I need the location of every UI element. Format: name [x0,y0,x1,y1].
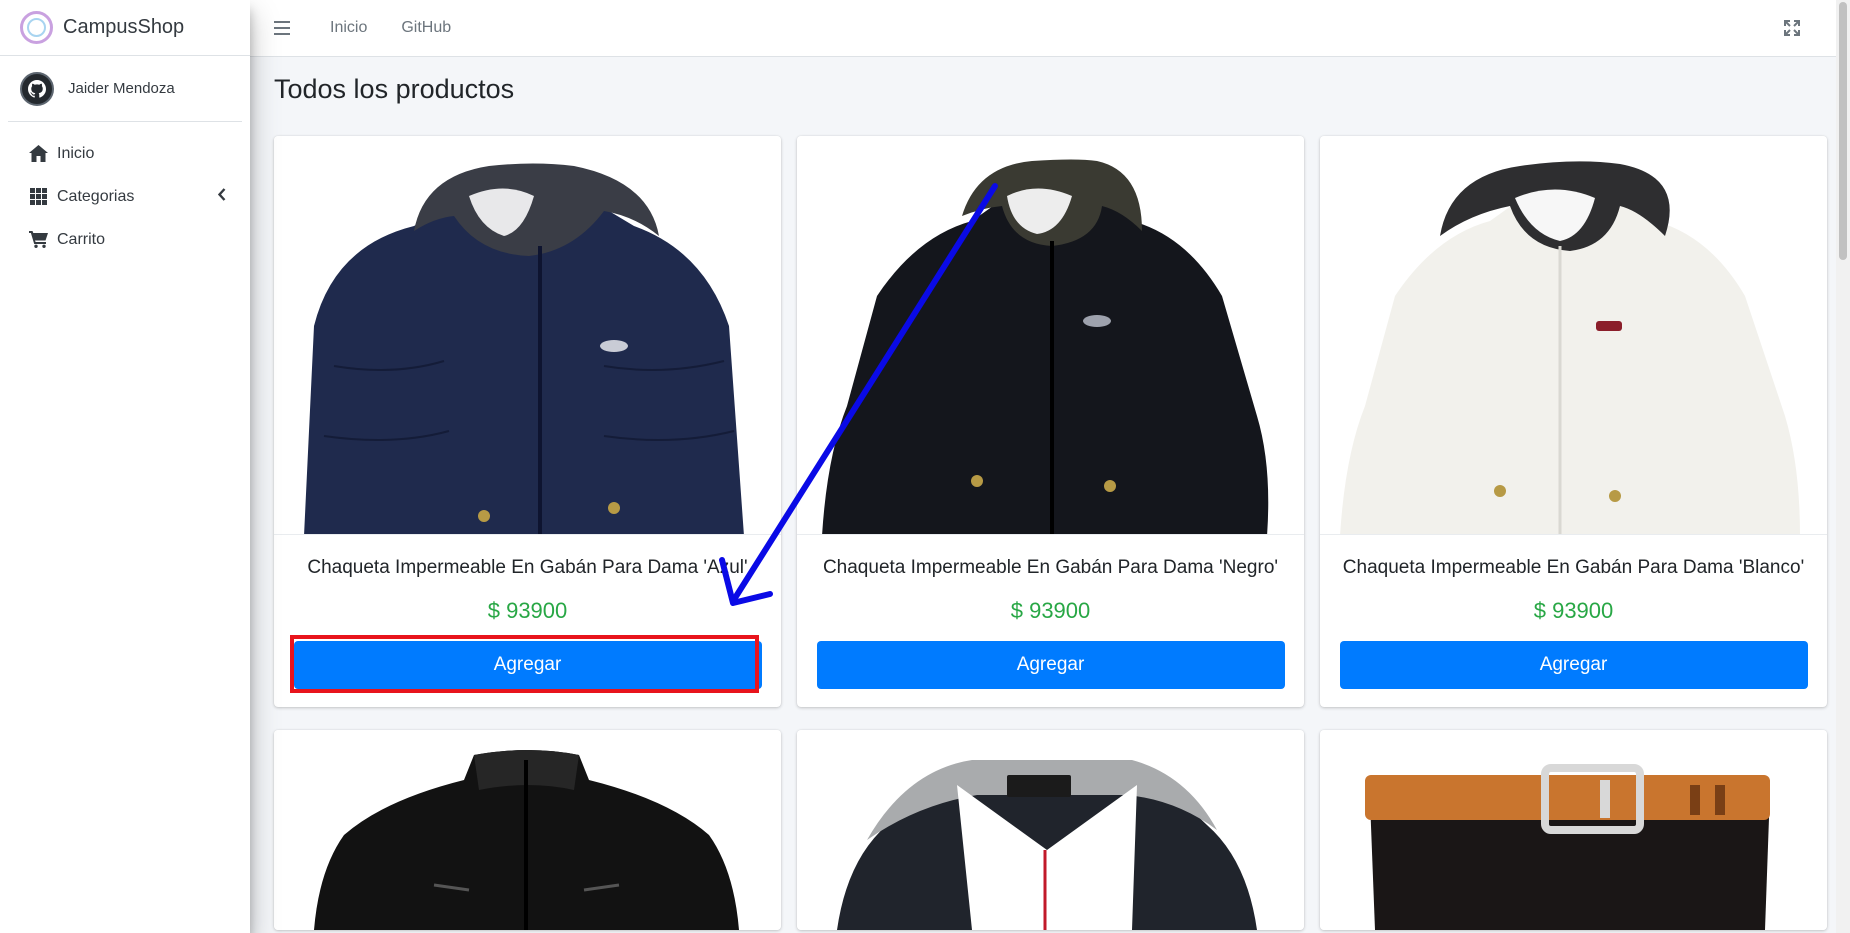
product-image[interactable] [1320,136,1827,535]
product-card: Chaqueta Impermeable En Gabán Para Dama … [797,136,1304,707]
sidebar-item-label: Carrito [57,230,106,248]
top-navbar: Inicio GitHub [250,0,1850,57]
avatar [20,71,54,106]
sidebar-item-label: Inicio [57,144,95,162]
product-image[interactable] [1320,730,1827,930]
add-to-cart-button[interactable]: Agregar [816,641,1285,689]
scrollbar-thumb[interactable] [1839,2,1847,260]
product-card [274,730,781,930]
product-price: $ 93900 [1533,598,1614,623]
github-icon [28,79,46,98]
grid-icon [28,187,48,207]
chevron-left-icon [217,188,226,206]
sidebar-nav: Inicio Categorias Carrito [0,132,250,261]
product-card: Chaqueta Impermeable En Gabán Para Dama … [274,136,781,707]
page-title: Todos los productos [274,74,515,104]
cart-icon [28,230,48,250]
product-price: $ 93900 [487,598,568,623]
sidebar-item-carrito[interactable]: Carrito [0,218,250,261]
sidebar: CampusShop Jaider Mendoza Inicio Categor… [0,0,250,933]
brand-link[interactable]: CampusShop [0,0,250,56]
product-name: Chaqueta Impermeable En Gabán Para Dama … [307,557,748,578]
brand-name: CampusShop [63,16,185,38]
product-card: Chaqueta Impermeable En Gabán Para Dama … [1320,136,1827,707]
brand-logo [20,11,53,44]
product-price: $ 93900 [1010,598,1091,623]
product-image[interactable] [797,136,1304,535]
product-image[interactable] [274,136,781,535]
product-card [1320,730,1827,930]
product-card [797,730,1304,930]
main-content: Todos los productos Chaqueta Impermeable… [274,57,1834,930]
product-image[interactable] [797,730,1304,930]
hamburger-menu-icon[interactable] [274,21,290,35]
product-image[interactable] [274,730,781,930]
topnav-link-inicio[interactable]: Inicio [330,19,367,37]
home-icon [28,144,48,164]
user-name: Jaider Mendoza [68,80,175,97]
fullscreen-icon[interactable] [1784,20,1800,41]
sidebar-item-inicio[interactable]: Inicio [0,132,250,175]
scrollbar[interactable] [1836,0,1850,933]
product-name: Chaqueta Impermeable En Gabán Para Dama … [822,557,1279,578]
sidebar-item-label: Categorias [57,187,135,205]
sidebar-item-categorias[interactable]: Categorias [0,175,250,218]
add-to-cart-button[interactable]: Agregar [1339,641,1808,689]
user-panel[interactable]: Jaider Mendoza [8,56,242,122]
product-name: Chaqueta Impermeable En Gabán Para Dama … [1342,557,1805,578]
topnav-link-github[interactable]: GitHub [401,19,451,37]
highlight-box [290,635,759,693]
